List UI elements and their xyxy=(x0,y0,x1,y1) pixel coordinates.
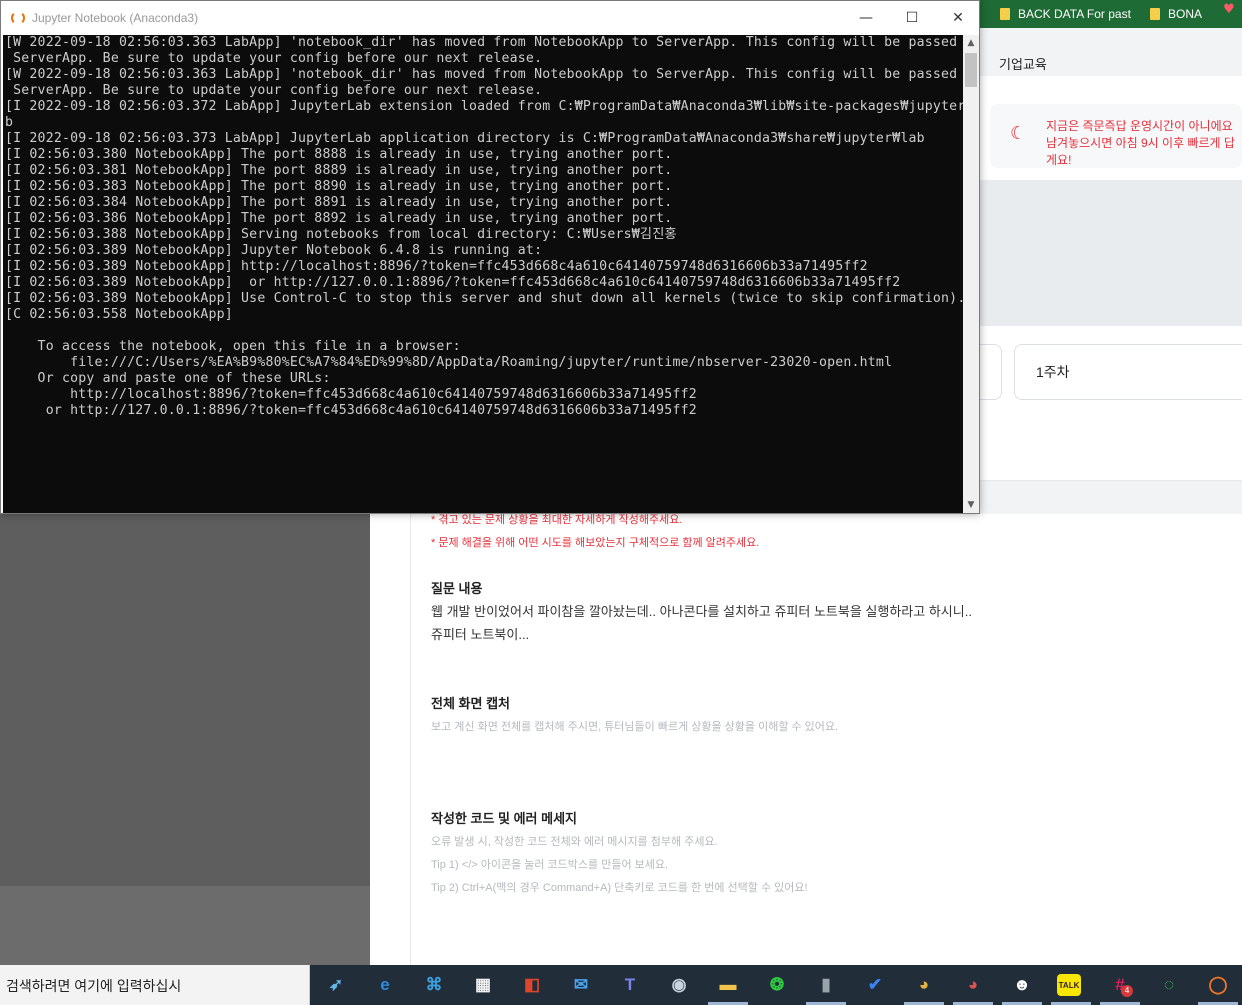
week-card-previous[interactable] xyxy=(980,344,1002,400)
chrome-profile-icon[interactable]: ◕ xyxy=(959,971,987,999)
penguin-app-icon[interactable]: ☻ xyxy=(1008,971,1036,999)
bookmark-back-data[interactable]: BACK DATA For past xyxy=(1000,0,1131,28)
mail-icon[interactable]: ✉ xyxy=(567,971,595,999)
notice-text: 지금은 즉문즉답 운영시간이 아니에요 남겨놓으시면 아침 9시 이후 빠르게 … xyxy=(1046,119,1235,167)
nav-item-corporate-education[interactable]: 기업교육 xyxy=(999,54,1047,73)
console-line: [I 02:56:03.381 NotebookApp] The port 88… xyxy=(5,163,673,178)
teams-icon[interactable]: T xyxy=(616,971,644,999)
jupyter-icon xyxy=(11,11,25,25)
translator-icon[interactable]: ⌘ xyxy=(420,971,448,999)
bird-app-icon[interactable]: ➶ xyxy=(322,971,350,999)
kakaotalk-icon[interactable]: TALK xyxy=(1057,974,1081,996)
console-line: http://localhost:8896/?token=ffc453d668c… xyxy=(70,387,697,402)
console-line: [I 2022-09-18 02:56:03.372 LabApp] Jupyt… xyxy=(5,99,963,114)
console-line: [I 02:56:03.380 NotebookApp] The port 88… xyxy=(5,147,673,162)
capture-section-title: 전체 화면 캡처 xyxy=(431,696,510,711)
microsoft-store-icon[interactable]: ▦ xyxy=(469,971,497,999)
steam-icon[interactable]: ◉ xyxy=(665,971,693,999)
maximize-button[interactable]: ☐ xyxy=(889,1,935,35)
console-line: ServerApp. Be sure to update your config… xyxy=(13,51,543,66)
scrollbar-thumb[interactable] xyxy=(965,53,977,87)
close-button[interactable]: ✕ xyxy=(935,1,981,35)
jupyter-icon[interactable]: ◯ xyxy=(1204,971,1232,999)
code-tip: Tip 2) Ctrl+A(맥의 경우 Command+A) 단축키로 코드를 … xyxy=(431,882,808,894)
console-scrollbar[interactable]: ▲ ▼ xyxy=(963,35,979,513)
recorder-icon[interactable]: ▮ xyxy=(812,971,840,999)
moon-icon: ☾ xyxy=(1010,123,1027,144)
hint-describe-attempts: * 문제 해결을 위해 어떤 시도를 해보았는지 구체적으로 함께 알려주세요. xyxy=(431,537,760,549)
question-body-line[interactable]: 웹 개발 반이었어서 파이참을 깔아놨는데.. 아나콘다를 설치하고 쥬피터 노… xyxy=(431,601,972,620)
console-line: or http://127.0.0.1:8896/?token=ffc453d6… xyxy=(45,403,697,418)
console-line: [I 02:56:03.389 NotebookApp] Use Control… xyxy=(5,291,963,306)
console-line: [W 2022-09-18 02:56:03.363 LabApp] 'note… xyxy=(5,67,958,82)
desktop-area xyxy=(0,514,370,886)
office-icon[interactable]: ◧ xyxy=(518,971,546,999)
question-body-line[interactable]: 쥬피터 노트북이... xyxy=(431,624,529,643)
console-line: [I 02:56:03.383 NotebookApp] The port 88… xyxy=(5,179,673,194)
taskbar-search-placeholder[interactable]: 검색하려면 여기에 입력하십시 xyxy=(6,976,181,996)
form-left-border xyxy=(410,514,411,965)
bookmark-note-icon xyxy=(1000,8,1010,20)
console-line: To access the notebook, open this file i… xyxy=(37,339,461,354)
divider xyxy=(980,480,1242,481)
page-section-grey xyxy=(980,180,1242,326)
jupyter-console-window[interactable]: Jupyter Notebook (Anaconda3) — ☐ ✕ [W 20… xyxy=(0,0,980,514)
console-line: [W 2022-09-18 02:56:03.363 LabApp] 'note… xyxy=(5,35,958,50)
scroll-up-arrow-icon[interactable]: ▲ xyxy=(963,37,979,49)
console-line: ServerApp. Be sure to update your config… xyxy=(13,83,543,98)
console-text: [W 2022-09-18 02:56:03.363 LabApp] 'note… xyxy=(3,35,963,419)
console-output[interactable]: [W 2022-09-18 02:56:03.363 LabApp] 'note… xyxy=(3,35,963,513)
console-line: [I 02:56:03.384 NotebookApp] The port 88… xyxy=(5,195,673,210)
window-titlebar[interactable]: Jupyter Notebook (Anaconda3) — ☐ ✕ xyxy=(1,1,979,35)
console-line: b xyxy=(5,115,14,130)
console-line: [I 2022-09-18 02:56:03.373 LabApp] Jupyt… xyxy=(5,131,925,146)
console-line: file:///C:/Users/%EA%B9%80%EC%A7%84%ED%9… xyxy=(70,355,893,370)
console-line: [C 02:56:03.558 NotebookApp] xyxy=(5,307,233,322)
bookmark-bona[interactable]: BONA xyxy=(1150,0,1202,28)
console-line: [I 02:56:03.389 NotebookApp] Jupyter Not… xyxy=(5,243,543,258)
week-label: 1주차 xyxy=(1036,364,1070,380)
bookmark-label: BONA xyxy=(1168,7,1203,21)
console-line: Or copy and paste one of these URLs: xyxy=(37,371,331,386)
desktop-area-lower xyxy=(0,886,370,965)
internet-explorer-icon[interactable]: e xyxy=(371,971,399,999)
console-line: [I 02:56:03.389 NotebookApp] http://loca… xyxy=(5,259,868,274)
console-line: [I 02:56:03.386 NotebookApp] The port 88… xyxy=(5,211,673,226)
minimize-button[interactable]: — xyxy=(843,1,889,35)
scroll-down-arrow-icon[interactable]: ▼ xyxy=(963,499,979,511)
file-explorer-icon[interactable]: ▬ xyxy=(714,971,742,999)
question-form-panel xyxy=(370,514,1242,965)
window-title: Jupyter Notebook (Anaconda3) xyxy=(32,11,199,25)
capture-hint: 보고 계신 화면 전체를 캡처해 주시면, 튜터님들이 빠르게 상황을 상황을 … xyxy=(431,721,839,733)
slack-notification-badge: 4 xyxy=(1121,985,1133,997)
loading-ring-icon[interactable]: ◌ xyxy=(1155,971,1183,999)
bookmark-label: BACK DATA For past xyxy=(1018,7,1131,21)
code-section-title: 작성한 코드 및 에러 메세지 xyxy=(431,811,578,826)
code-hint: 오류 발생 시, 작성한 코드 전체와 에러 메시지를 첨부해 주세요. xyxy=(431,836,718,848)
todo-icon[interactable]: ✔ xyxy=(861,971,889,999)
code-tip: Tip 1) </> 아이콘을 눌러 코드박스를 만들어 보세요. xyxy=(431,859,669,871)
chrome-icon[interactable]: ◕ xyxy=(910,971,938,999)
green-app-icon[interactable]: ❂ xyxy=(763,971,791,999)
heart-extension-icon[interactable]: ♥ xyxy=(1222,0,1236,18)
console-line: [I 02:56:03.389 NotebookApp] or http://1… xyxy=(5,275,901,290)
bookmark-note-icon xyxy=(1150,8,1160,20)
question-section-title: 질문 내용 xyxy=(431,581,483,596)
console-line: [I 02:56:03.388 NotebookApp] Serving not… xyxy=(5,227,677,242)
